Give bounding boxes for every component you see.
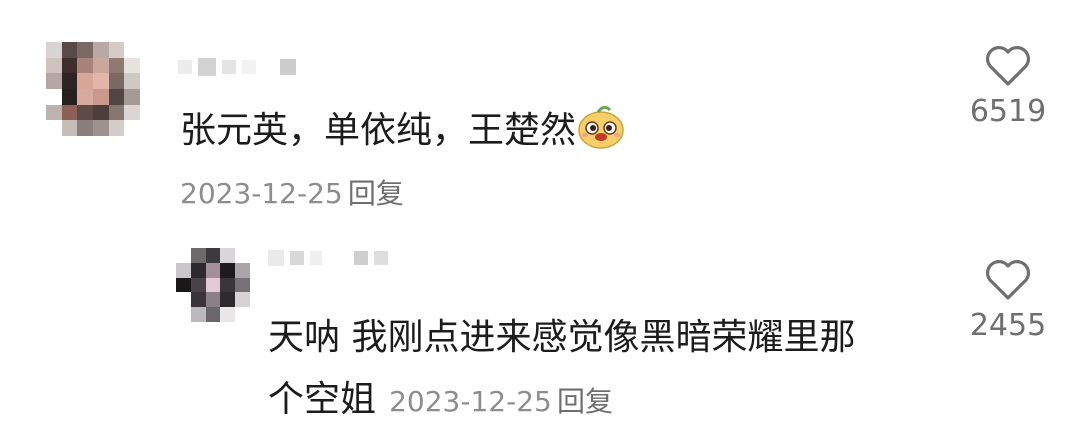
- username-blurred[interactable]: [178, 58, 296, 76]
- like-count: 2455: [969, 308, 1047, 343]
- comment-meta: 2023-12-25 回复: [180, 172, 404, 212]
- avatar[interactable]: [46, 42, 140, 136]
- comment-body: 张元英，单依纯，王楚然: [180, 110, 577, 151]
- reply-text-line2-row: 个空姐 2023-12-25 回复: [268, 375, 613, 425]
- like-button[interactable]: 6519: [958, 44, 1058, 129]
- like-button[interactable]: 2455: [958, 258, 1058, 343]
- comment-text: 张元英，单依纯，王楚然: [180, 102, 626, 164]
- like-count: 6519: [969, 94, 1047, 129]
- reply-text-line1: 天呐 我刚点进来感觉像黑暗荣耀里那: [268, 317, 856, 358]
- reply-button[interactable]: 回复: [557, 385, 613, 418]
- comment-date: 2023-12-25: [180, 177, 343, 210]
- username-blurred[interactable]: [268, 250, 388, 266]
- reply-text-line2: 个空姐: [268, 379, 377, 420]
- avatar[interactable]: [176, 248, 250, 322]
- heart-outline-icon: [986, 260, 1030, 300]
- bee-face-emoji-icon: [576, 102, 626, 164]
- reply-date: 2023-12-25: [389, 385, 552, 418]
- reply-button[interactable]: 回复: [348, 177, 404, 210]
- heart-outline-icon: [986, 46, 1030, 86]
